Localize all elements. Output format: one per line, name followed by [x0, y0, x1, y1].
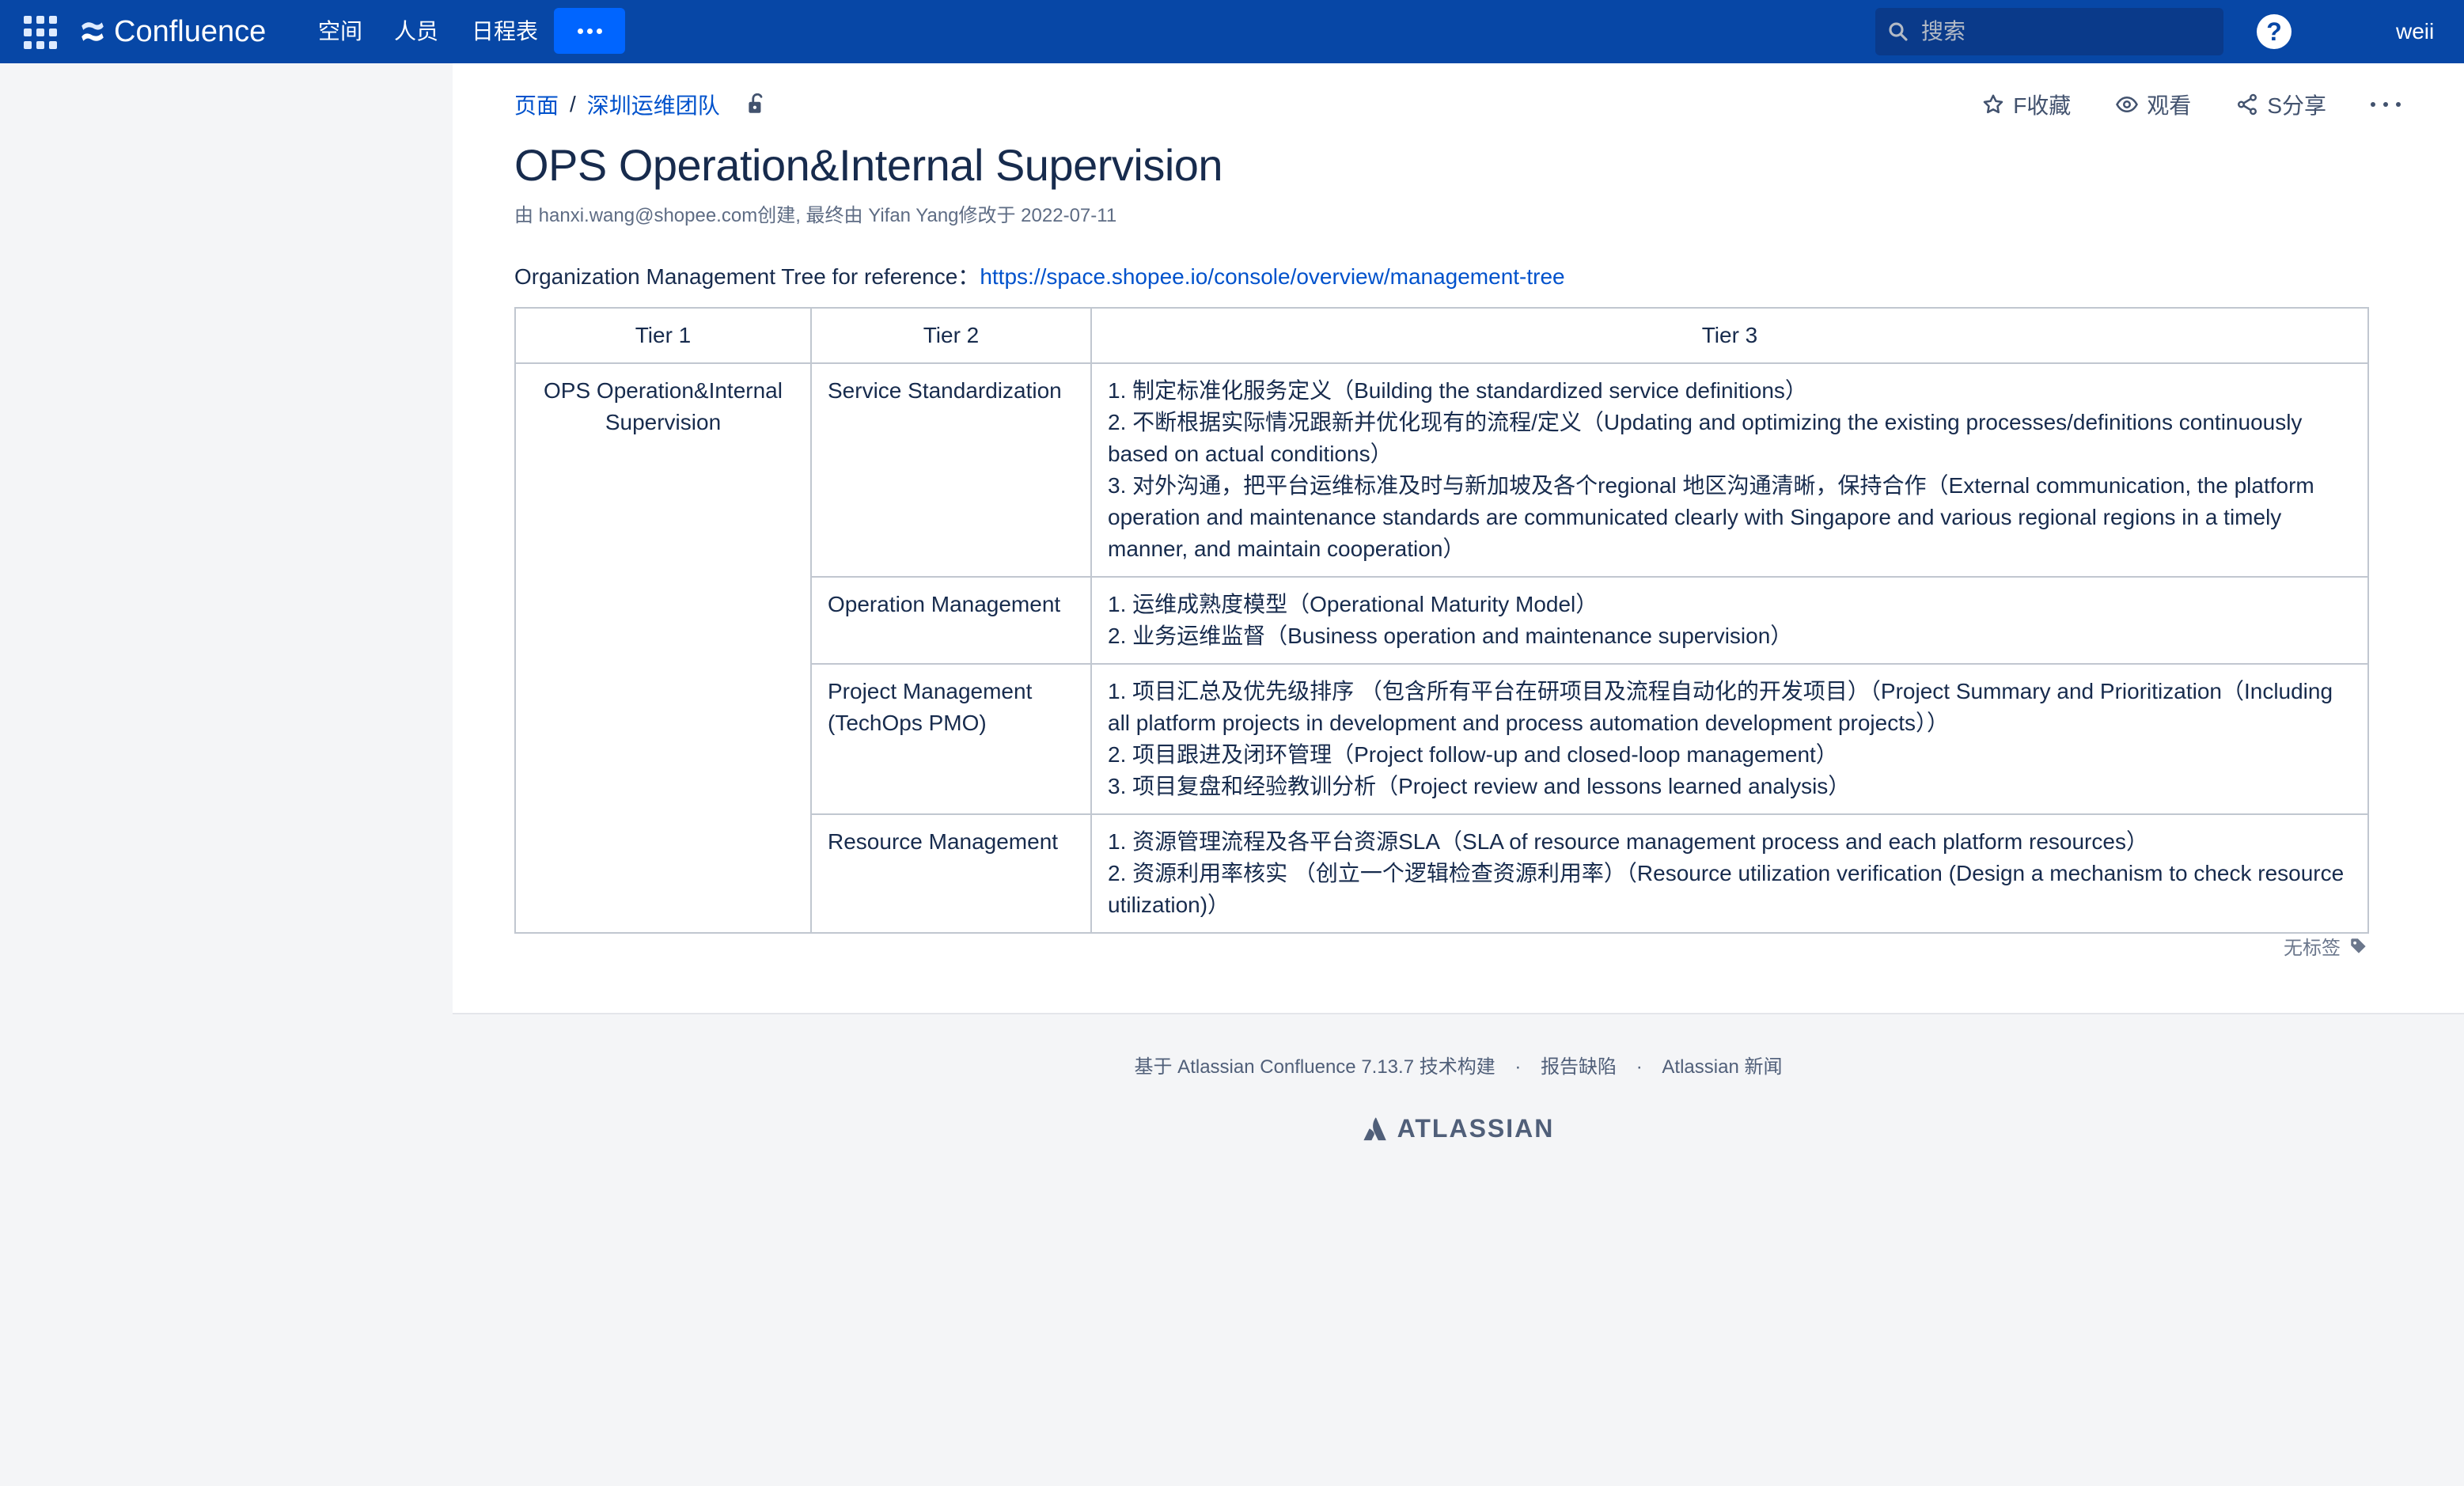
share-icon [2238, 93, 2257, 116]
tier2-cell: Operation Management [810, 576, 1092, 665]
tier3-item: 1. 资源管理流程及各平台资源SLA（SLA of resource manag… [1108, 829, 2148, 854]
more-dot [596, 28, 602, 34]
tier-table: Tier 1 Tier 2 Tier 3 OPS Operation&Inter… [514, 307, 2369, 934]
page-byline: 由 hanxi.wang@shopee.com创建, 最终由 Yifan Yan… [514, 205, 1117, 226]
tier3-cell: 1. 资源管理流程及各平台资源SLA（SLA of resource manag… [1090, 813, 2369, 934]
search-icon [1889, 22, 1908, 41]
labels-area[interactable]: 无标签 [2284, 932, 2369, 960]
tier3-item: 2. 业务运维监督（Business operation and mainten… [1108, 624, 1793, 648]
tier3-item: 3. 项目复盘和经验教训分析（Project review and lesson… [1108, 774, 1851, 798]
tier2-cell: Service Standardization [810, 362, 1092, 578]
header-tier-2: Tier 2 [810, 307, 1092, 364]
tier3-cell: 1. 运维成熟度模型（Operational Maturity Model） 2… [1090, 576, 2369, 665]
no-labels-text: 无标签 [2284, 938, 2341, 959]
tier3-item: 3. 对外沟通，把平台运维标准及时与新加坡及各个regional 地区沟通清晰，… [1108, 473, 2314, 561]
share-label: S分享 [2267, 93, 2326, 118]
header-tier-1: Tier 1 [514, 307, 812, 364]
share-button[interactable]: S分享 [2235, 89, 2326, 120]
powered-by-text: 基于 Atlassian Confluence 7.13.7 技术构建 [1134, 1056, 1495, 1078]
atlassian-logo[interactable]: ATLASSIAN [453, 1114, 2464, 1143]
breadcrumb-space[interactable]: 深圳运维团队 [587, 89, 720, 120]
footer-links: 基于 Atlassian Confluence 7.13.7 技术构建 · 报告… [453, 1051, 2464, 1078]
report-bug-link[interactable]: 报告缺陷 [1541, 1056, 1617, 1078]
more-dot [577, 28, 583, 34]
app-switcher-icon[interactable] [21, 14, 60, 49]
confluence-icon [82, 22, 104, 41]
breadcrumb: 页面 / 深圳运维团队 [514, 87, 766, 122]
logo-text: Confluence [114, 14, 267, 48]
intro-text: Organization Management Tree for referen… [514, 264, 980, 289]
footer: 基于 Atlassian Confluence 7.13.7 技术构建 · 报告… [453, 1013, 2464, 1486]
header-tier-3: Tier 3 [1090, 307, 2369, 364]
intro-paragraph: Organization Management Tree for referen… [514, 260, 1565, 291]
tier3-item: 2. 资源利用率核实 （创立一个逻辑检查资源利用率）（Resource util… [1108, 861, 2345, 917]
tag-icon[interactable] [2348, 936, 2369, 957]
tier1-cell: OPS Operation&Internal Supervision [514, 362, 812, 934]
page-actions: F收藏 观看 S分享 [1981, 87, 2401, 122]
eye-icon [2116, 96, 2139, 113]
breadcrumb-separator: / [570, 92, 576, 116]
help-button[interactable]: ? [2257, 14, 2292, 49]
tier3-cell: 1. 项目汇总及优先级排序 （包含所有平台在研项目及流程自动化的开发项目）（Pr… [1090, 663, 2369, 815]
page-title: OPS Operation&Internal Supervision [514, 140, 1223, 190]
more-dot [586, 28, 593, 34]
main-content: 页面 / 深圳运维团队 F收藏 观看 S分享 OPS Operation&Int… [453, 63, 2464, 1013]
top-navigation: Confluence 空间 人员 日程表 ? weii [0, 0, 2464, 63]
atlassian-news-link[interactable]: Atlassian 新闻 [1662, 1056, 1782, 1078]
atlassian-wordmark: ATLASSIAN [1397, 1114, 1555, 1143]
save-for-later-button[interactable]: F收藏 [1981, 89, 2071, 120]
tier2-cell: Project Management (TechOps PMO) [810, 663, 1092, 815]
tier3-item: 2. 项目跟进及闭环管理（Project follow-up and close… [1108, 742, 1838, 767]
nav-spaces[interactable]: 空间 [318, 16, 362, 47]
watch-label: 观看 [2147, 93, 2192, 118]
nav-people[interactable]: 人员 [394, 16, 438, 47]
watch-button[interactable]: 观看 [2115, 89, 2191, 120]
search-box[interactable] [1875, 8, 2223, 55]
confluence-logo[interactable]: Confluence [79, 11, 266, 52]
more-button[interactable] [554, 8, 625, 54]
user-menu[interactable]: weii [2396, 16, 2434, 47]
unlock-icon[interactable] [745, 93, 766, 116]
management-tree-link[interactable]: https://space.shopee.io/console/overview… [980, 264, 1564, 289]
star-icon [1983, 94, 2003, 114]
more-actions-icon[interactable] [2371, 102, 2401, 107]
search-input[interactable] [1921, 19, 2206, 44]
table-header-row: Tier 1 Tier 2 Tier 3 [514, 307, 2369, 364]
tier3-item: 1. 制定标准化服务定义（Building the standardized s… [1108, 378, 1807, 403]
save-label: F收藏 [2013, 93, 2072, 118]
footer-separator: · [1636, 1056, 1643, 1078]
footer-separator: · [1514, 1056, 1522, 1078]
tier2-cell: Resource Management [810, 813, 1092, 934]
nav-calendars[interactable]: 日程表 [472, 16, 538, 47]
tier3-item: 2. 不断根据实际情况跟新并优化现有的流程/定义（Updating and op… [1108, 410, 2303, 466]
tier3-item: 1. 运维成熟度模型（Operational Maturity Model） [1108, 592, 1598, 616]
breadcrumb-pages[interactable]: 页面 [514, 89, 559, 120]
table-row: OPS Operation&Internal Supervision Servi… [514, 362, 2369, 934]
tier3-item: 1. 项目汇总及优先级排序 （包含所有平台在研项目及流程自动化的开发项目）（Pr… [1108, 679, 2333, 735]
atlassian-icon [1363, 1116, 1386, 1140]
tier3-cell: 1. 制定标准化服务定义（Building the standardized s… [1090, 362, 2369, 578]
